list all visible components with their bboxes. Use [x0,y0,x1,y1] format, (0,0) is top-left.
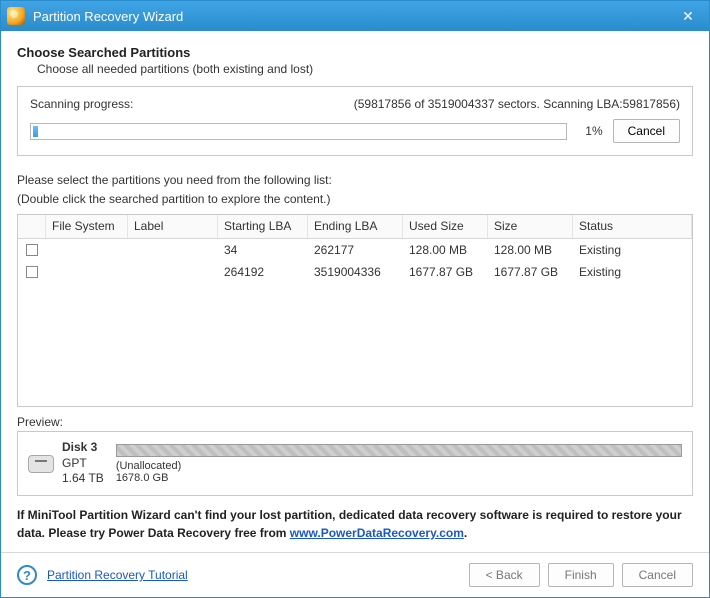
note-text-after: . [464,526,467,540]
disk-region-label: (Unallocated) [116,460,682,472]
cell-filesystem [46,239,128,261]
footer-bar: ? Partition Recovery Tutorial < Back Fin… [1,552,709,597]
cell-size: 1677.87 GB [488,261,573,283]
progress-bar [30,123,567,140]
back-button[interactable]: < Back [469,563,540,587]
instruction-line-2: (Double click the searched partition to … [17,191,693,208]
disk-capacity: 1.64 TB [62,471,104,487]
disk-text: Disk 3 GPT 1.64 TB [62,440,104,487]
help-icon[interactable]: ? [17,565,37,585]
disk-icon [28,455,54,473]
cell-label [128,239,218,261]
cell-size: 128.00 MB [488,239,573,261]
disk-region-bar[interactable] [116,444,682,457]
column-filesystem: File System [46,215,128,238]
disk-name: Disk 3 [62,440,104,456]
cell-status: Existing [573,239,692,261]
table-header-row: File System Label Starting LBA Ending LB… [18,215,692,239]
disk-region-size: 1678.0 GB [116,472,682,484]
progress-percent: 1% [577,124,603,138]
title-bar: Partition Recovery Wizard ✕ [1,1,709,31]
window-title: Partition Recovery Wizard [33,9,183,24]
cancel-button[interactable]: Cancel [622,563,693,587]
cell-label [128,261,218,283]
table-row[interactable]: 34262177128.00 MB128.00 MBExisting [18,239,692,261]
power-data-recovery-link[interactable]: www.PowerDataRecovery.com [290,526,464,540]
preview-panel: Disk 3 GPT 1.64 TB (Unallocated) 1678.0 … [17,431,693,496]
progress-bar-fill [33,126,38,137]
column-size: Size [488,215,573,238]
column-label: Label [128,215,218,238]
tutorial-link[interactable]: Partition Recovery Tutorial [47,568,188,582]
finish-button[interactable]: Finish [548,563,614,587]
row-checkbox[interactable] [26,244,38,256]
cancel-scan-button[interactable]: Cancel [613,119,680,143]
cell-status: Existing [573,261,692,283]
table-row[interactable]: 26419235190043361677.87 GB1677.87 GBExis… [18,261,692,283]
row-checkbox[interactable] [26,266,38,278]
scanning-progress-panel: Scanning progress: (59817856 of 35190043… [17,86,693,156]
cell-starting-lba: 264192 [218,261,308,283]
column-status: Status [573,215,692,238]
close-button[interactable]: ✕ [671,5,705,27]
window: Partition Recovery Wizard ✕ Choose Searc… [0,0,710,598]
disk-map: (Unallocated) 1678.0 GB [116,444,682,484]
recovery-note: If MiniTool Partition Wizard can't find … [17,506,693,542]
progress-detail: (59817856 of 3519004337 sectors. Scannin… [133,97,680,111]
page-heading: Choose Searched Partitions [17,45,693,60]
column-used-size: Used Size [403,215,488,238]
disk-info: Disk 3 GPT 1.64 TB [28,440,104,487]
progress-label: Scanning progress: [30,97,133,111]
app-icon [7,7,25,25]
column-ending-lba: Ending LBA [308,215,403,238]
cell-used-size: 128.00 MB [403,239,488,261]
table-body: 34262177128.00 MB128.00 MBExisting264192… [18,239,692,407]
preview-label: Preview: [17,415,693,429]
disk-scheme: GPT [62,456,104,472]
content-area: Choose Searched Partitions Choose all ne… [1,31,709,552]
partition-table: File System Label Starting LBA Ending LB… [17,214,693,408]
cell-starting-lba: 34 [218,239,308,261]
cell-ending-lba: 3519004336 [308,261,403,283]
column-check [18,215,46,238]
column-starting-lba: Starting LBA [218,215,308,238]
close-icon: ✕ [682,8,694,25]
instruction-line-1: Please select the partitions you need fr… [17,172,693,189]
page-subheading: Choose all needed partitions (both exist… [37,62,693,76]
cell-used-size: 1677.87 GB [403,261,488,283]
cell-ending-lba: 262177 [308,239,403,261]
cell-filesystem [46,261,128,283]
